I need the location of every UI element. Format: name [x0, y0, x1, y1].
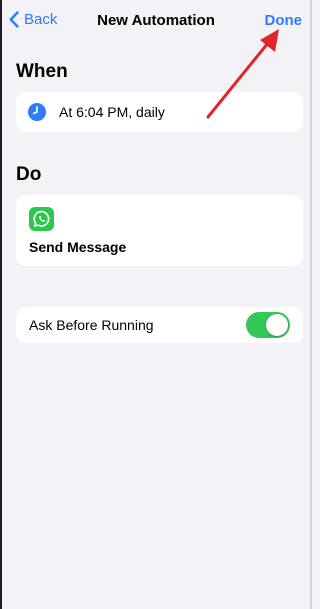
annotation-arrow	[206, 29, 279, 119]
ask-before-running-label: Ask Before Running	[29, 317, 154, 333]
send-message-label: Send Message	[29, 239, 127, 255]
do-section-header: Do	[16, 164, 42, 185]
whatsapp-icon	[29, 207, 54, 231]
toggle-knob	[266, 314, 288, 336]
do-action-card[interactable]: Send Message	[16, 195, 303, 266]
ask-before-running-toggle[interactable]	[246, 312, 290, 338]
ask-before-running-row: Ask Before Running	[16, 307, 303, 343]
